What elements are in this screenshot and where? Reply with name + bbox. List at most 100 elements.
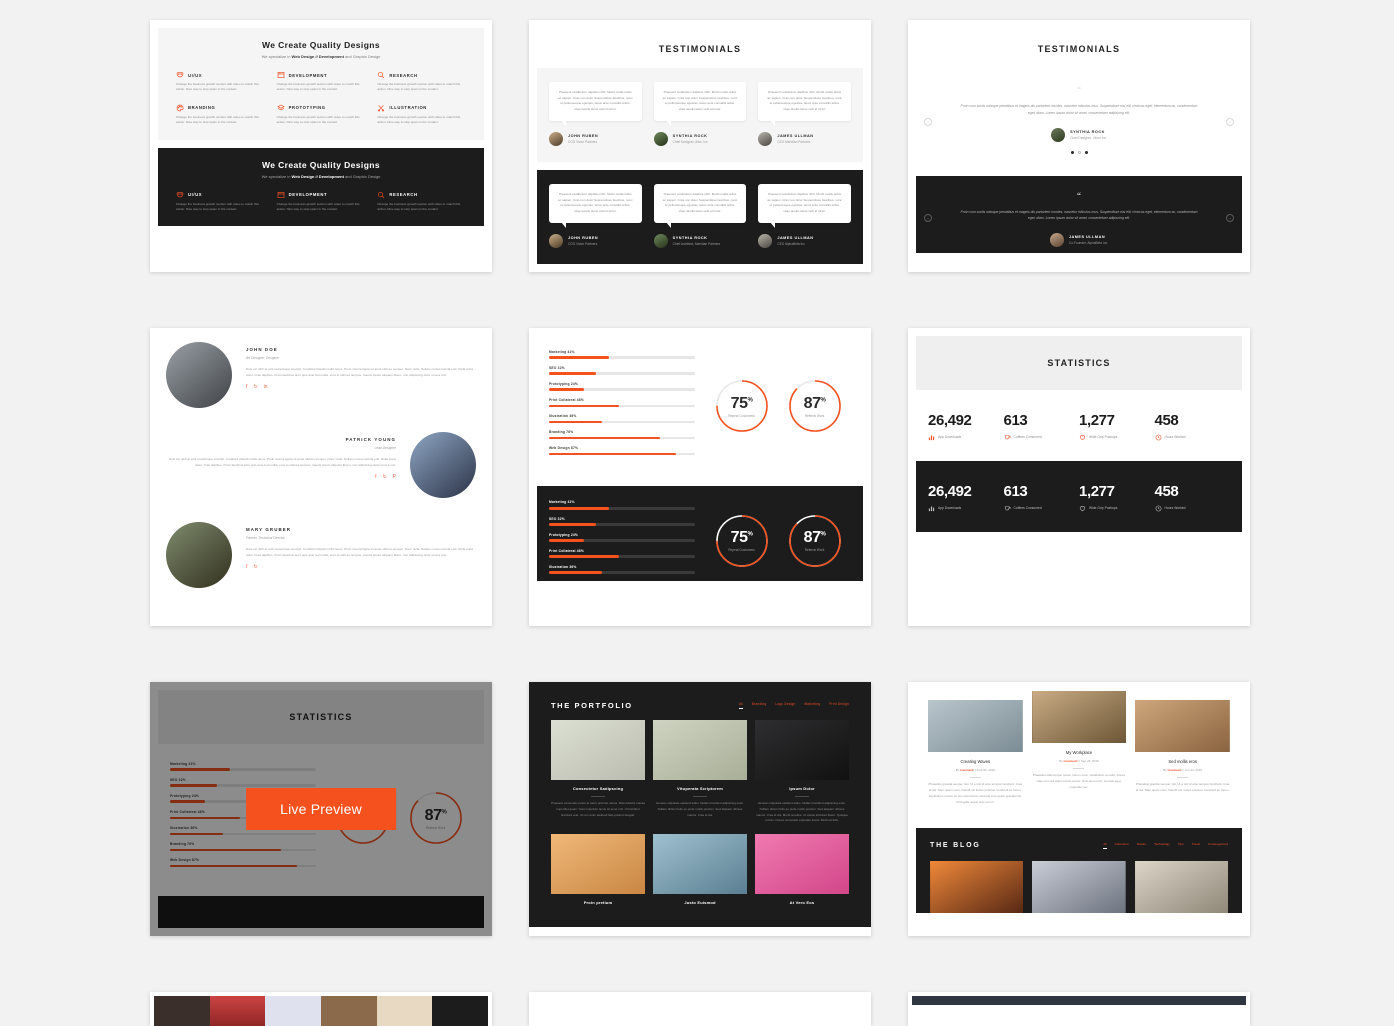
preview-card-services[interactable]: We Create Quality Designs We specialize … (150, 20, 492, 272)
blog-post-title[interactable]: Sed mollis eros (1135, 759, 1230, 764)
blog-filter-adventure[interactable]: Adventure (1115, 842, 1129, 849)
carousel-dot[interactable] (1070, 150, 1074, 154)
facebook-icon[interactable]: f (375, 474, 376, 480)
subtitle-bold-dark: Web Design // Development (291, 173, 344, 179)
blog-thumbnail[interactable] (930, 860, 1024, 913)
skill-bar: Illustration 36% (549, 414, 695, 424)
carousel-prev-arrow-icon[interactable]: ‹ (924, 117, 932, 126)
preview-card-blog[interactable]: Creating Waves By Livemesh // Feb 02, 201… (908, 681, 1250, 937)
preview-card-team[interactable]: JOHN DOE Art Designer, Designer Duis vel n… (150, 327, 492, 626)
gauge-number: 75% (730, 529, 753, 547)
statistics-dark-section: 26,492 App Downloads 613 Coffees Consumed 1,… (916, 460, 1242, 532)
pinterest-icon[interactable]: P (393, 474, 396, 480)
blog-post[interactable] (930, 860, 1024, 913)
preview-card-skills[interactable]: Marketing 41% SEO 32% Prototyping 24% Print… (529, 327, 871, 626)
person-name: JAMES ULLMAN (1068, 235, 1106, 240)
skills-light-section: Marketing 41% SEO 32% Prototyping 24% Print… (537, 335, 863, 479)
facebook-icon[interactable]: f (246, 384, 247, 390)
portfolio-item[interactable]: Vituperata Scriptorem Aenean vulputate el… (653, 719, 747, 824)
blog-filter-travel[interactable]: Travel (1192, 842, 1200, 849)
blog-post[interactable]: My Workplace By Livemesh // Sep 29, 2016 P… (1031, 690, 1127, 791)
blog-filter-tips[interactable]: Tips (1178, 842, 1184, 849)
person-role: COO Victor Partners (568, 139, 598, 144)
portfolio-grid-top: Consectetur Sadipscing Praesent venenatis… (551, 719, 849, 824)
portfolio-thumbnail[interactable] (653, 719, 747, 780)
twitter-icon[interactable]: ↻ (253, 564, 257, 570)
facebook-icon[interactable]: f (246, 564, 247, 570)
portfolio-item[interactable]: Consectetur Sadipscing Praesent venenatis… (551, 719, 645, 824)
blog-post-title[interactable]: Creating Waves (928, 759, 1023, 764)
portfolio-filter-marketing[interactable]: Marketing (804, 702, 820, 709)
member-socials[interactable]: f ↻ in (246, 384, 476, 390)
blog-thumbnail[interactable] (928, 699, 1023, 752)
gauge-suffix: % (820, 531, 826, 538)
blog-post[interactable] (1032, 860, 1126, 913)
divider (1073, 767, 1085, 769)
portfolio-thumbnail[interactable] (755, 834, 849, 895)
statistic-item: 458 Hours Worked (1155, 483, 1231, 512)
blog-filter-all[interactable]: All (1103, 842, 1108, 849)
blog-author[interactable]: Livemesh (1168, 768, 1182, 772)
preview-card-row4-c[interactable] (908, 992, 1250, 1026)
portfolio-filter-all[interactable]: All (738, 702, 744, 709)
blog-post-title[interactable]: My Workplace (1032, 750, 1127, 755)
carousel-dot[interactable] (1084, 150, 1088, 154)
carousel-prev-arrow-icon-dark[interactable]: ‹ (924, 214, 932, 223)
service-head: DEVELOPMENT (277, 71, 366, 79)
member-socials[interactable]: f ↻ P (166, 474, 396, 480)
blog-post[interactable]: Sed mollis eros By Livemesh // Jun 23, 20… (1135, 699, 1230, 794)
blog-author[interactable]: Livemesh (1064, 759, 1078, 763)
blog-filter-uncategorized[interactable]: Uncategorized (1208, 842, 1228, 849)
blog-thumbnail[interactable] (1135, 699, 1230, 752)
preview-card-hovered-statistics[interactable]: STATISTICS Marketing 41% SEO 32% Prototypi… (150, 681, 492, 937)
person-name: SYNTHIA ROCK (1070, 129, 1105, 134)
portfolio-thumbnail[interactable] (653, 834, 747, 895)
portfolio-filter-branding[interactable]: Branding (752, 702, 766, 709)
portfolio-filter-print-design[interactable]: Print Design (829, 702, 849, 709)
portfolio-filter-logo-design[interactable]: Logo Design (775, 702, 795, 709)
carousel-next-arrow-icon[interactable]: › (1226, 117, 1234, 126)
blog-thumbnail[interactable] (1134, 860, 1228, 913)
avatar (653, 233, 668, 248)
preview-card-testimonial-carousel[interactable]: TESTIMONIALS “ Proin cum sociis natoque … (908, 20, 1250, 272)
portfolio-item[interactable]: Ipsum Dolor Aenean vulputate eleifend tel… (755, 719, 849, 824)
quote-text: Proin cum sociis natoque penatibus et ma… (960, 104, 1198, 115)
preview-card-portfolio[interactable]: THE PORTFOLIO All Branding Logo Design Mark… (529, 681, 871, 937)
preview-card-row4-a[interactable] (150, 992, 492, 1026)
blog-filter-nature[interactable]: Nature (1137, 842, 1146, 849)
twitter-icon[interactable]: ↻ (253, 384, 257, 390)
testimonial-item: Praesent vestibulum dapibus nibh. Morbi … (758, 183, 851, 248)
portfolio-thumbnail[interactable] (755, 719, 849, 780)
blog-post[interactable] (1134, 860, 1228, 913)
blog-thumbnail[interactable] (1031, 690, 1127, 743)
blog-post[interactable]: Creating Waves By Livemesh // Feb 02, 201… (928, 699, 1023, 806)
blog-thumbnail[interactable] (1032, 860, 1126, 913)
blog-filter-nav[interactable]: All Adventure Nature Technology Tips Travel Un… (1103, 842, 1228, 849)
portfolio-filter-nav[interactable]: All Branding Logo Design Marketing Print Des… (738, 702, 849, 709)
portfolio-item[interactable]: Proin pretium (551, 834, 645, 905)
skill-bar: SEO 32% (549, 366, 695, 375)
bar-track (549, 452, 695, 456)
portfolio-thumbnail[interactable] (551, 719, 645, 780)
carousel-dot[interactable] (1077, 150, 1081, 154)
portfolio-thumbnail[interactable] (551, 834, 645, 895)
portfolio-item[interactable]: At Vero Eos (755, 834, 849, 905)
twitter-icon[interactable]: ↻ (382, 474, 386, 480)
service-item: RESEARCH Change the business growth secti… (377, 191, 466, 213)
portfolio-item[interactable]: Justo Euismod (653, 834, 747, 905)
member-socials[interactable]: f ↻ (246, 564, 476, 570)
member-photo (166, 521, 232, 588)
heart-icon (1079, 434, 1086, 441)
blog-filter-technology[interactable]: Technology (1154, 842, 1170, 849)
preview-card-testimonials-grid[interactable]: TESTIMONIALS Praesent vestibulum dapibus… (529, 20, 871, 272)
linkedin-icon[interactable]: in (264, 384, 268, 390)
statistic-label: Coffees Consumed (1013, 435, 1042, 440)
carousel-dots[interactable] (940, 150, 1218, 154)
gauge-number: 87% (803, 394, 826, 412)
preview-card-row4-b[interactable] (529, 992, 871, 1026)
preview-card-statistics[interactable]: STATISTICS 26,492 App Downloads 613 Coffees… (908, 327, 1250, 626)
carousel-next-arrow-icon-dark[interactable]: › (1226, 214, 1234, 223)
live-preview-button[interactable]: Live Preview (246, 788, 396, 831)
blog-author[interactable]: Livemesh (960, 768, 974, 772)
testimonials-dark-section: Praesent vestibulum dapibus nibh. Morbi … (537, 169, 863, 264)
